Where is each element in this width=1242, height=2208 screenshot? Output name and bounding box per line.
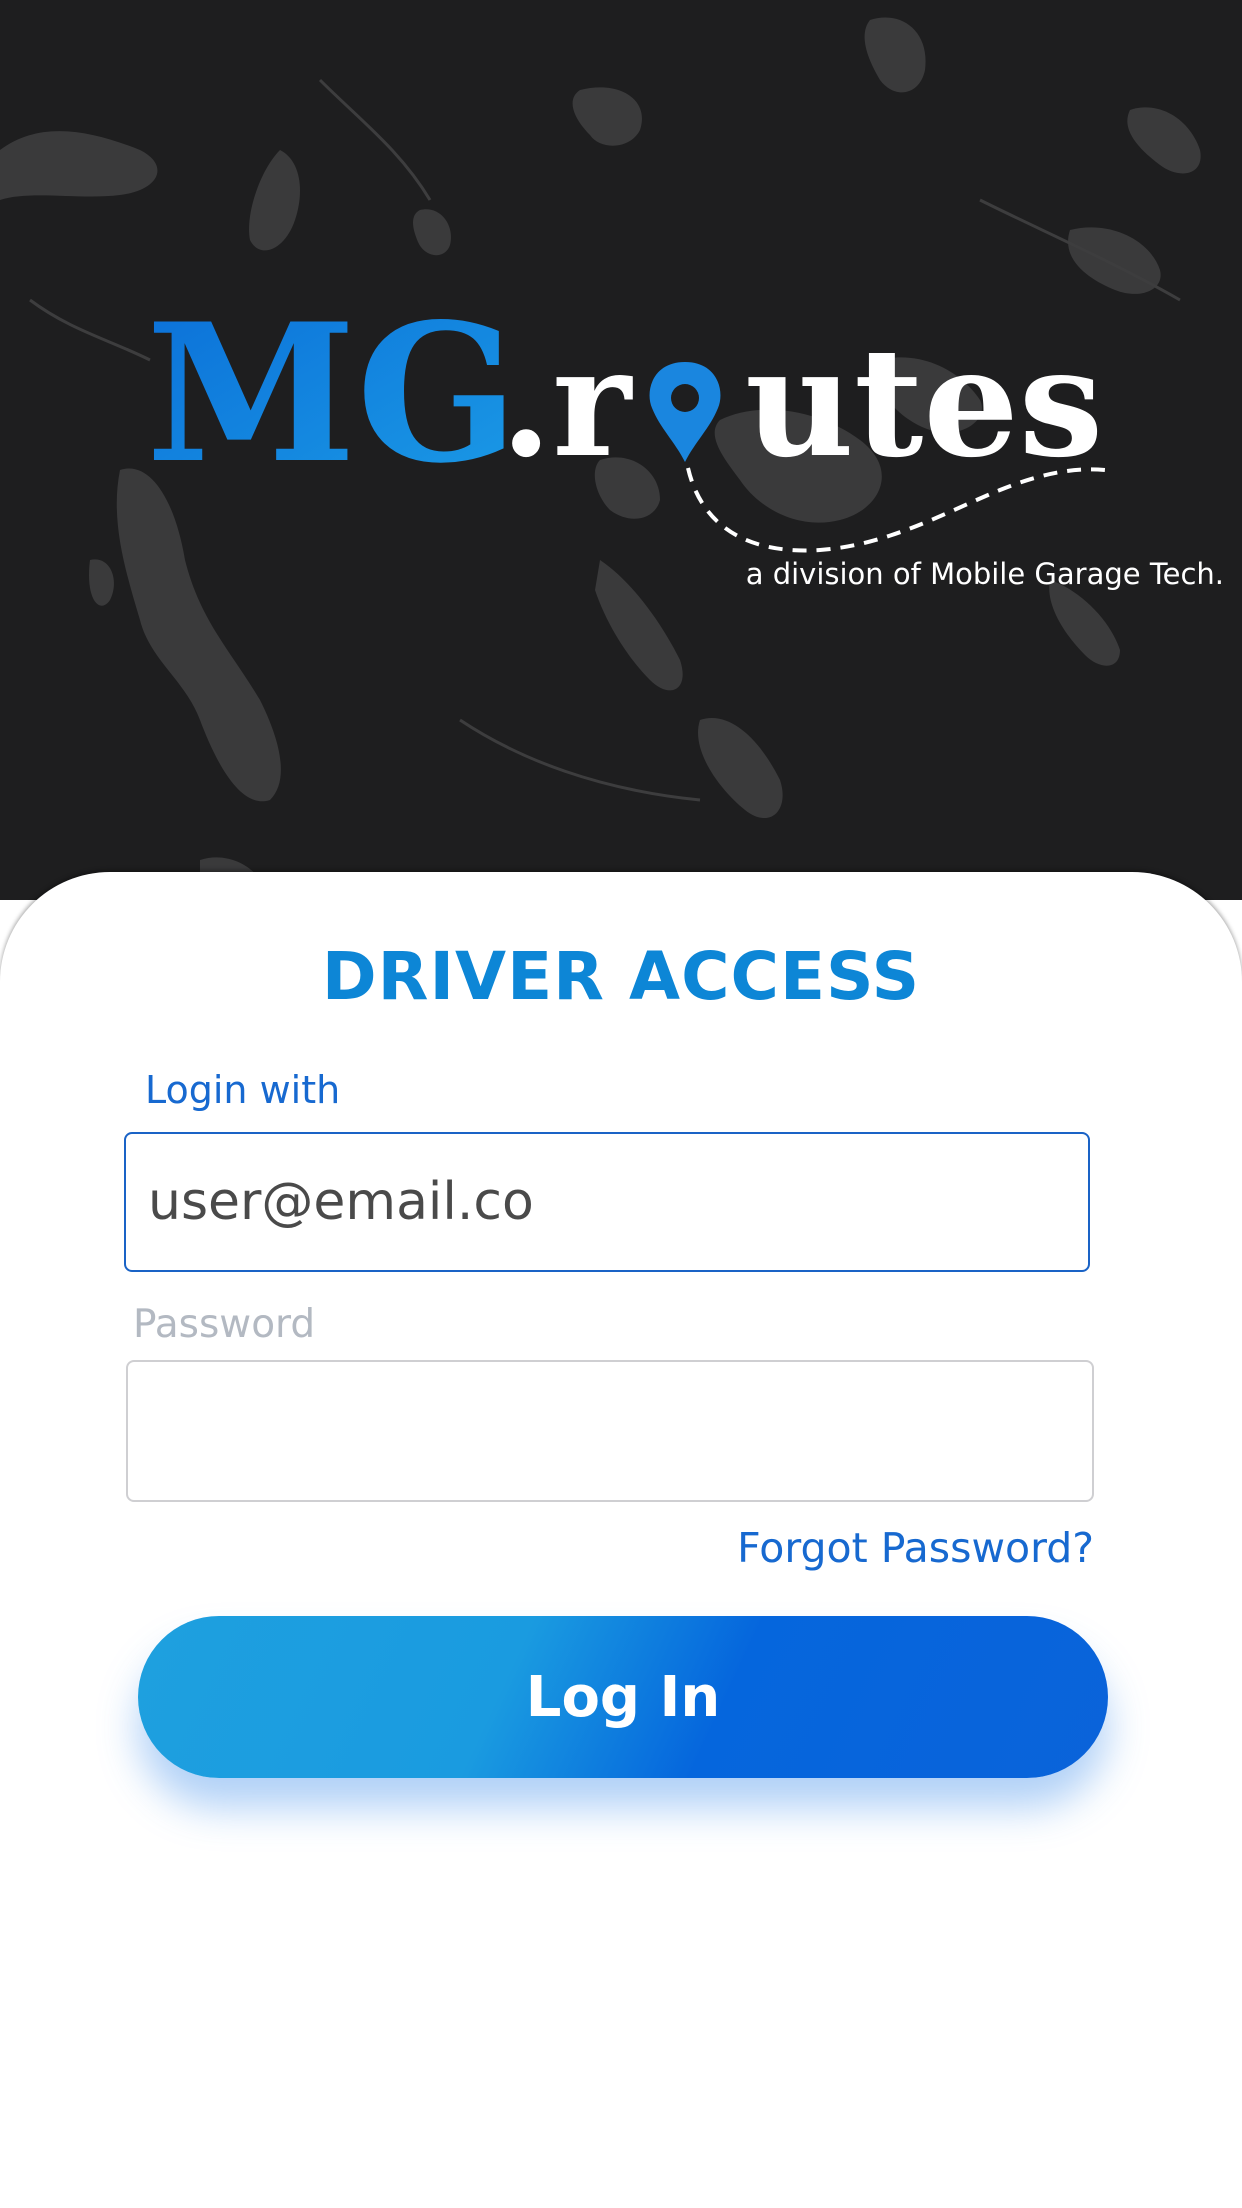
password-field[interactable] [126, 1360, 1094, 1502]
logo-text-mg: MG [146, 282, 519, 505]
logo-text-utes: utes [745, 315, 1103, 491]
login-button[interactable]: Log In [138, 1616, 1108, 1778]
map-pin-icon [649, 362, 721, 462]
page-title: DRIVER ACCESS [321, 938, 921, 1015]
mg-routes-logo: MG .r utes [146, 282, 1106, 553]
login-with-label: Login with [145, 1068, 341, 1112]
password-label: Password [133, 1302, 316, 1347]
header: MG .r utes a division of Mobile Garage T… [0, 0, 1242, 900]
tagline: a division of Mobile Garage Tech. [745, 557, 1224, 591]
login-card: DRIVER ACCESS Login with Password Forgot… [0, 872, 1242, 2208]
logo-text-dot-r: .r [500, 315, 633, 491]
email-field[interactable] [124, 1132, 1090, 1272]
forgot-password-link[interactable]: Forgot Password? [737, 1524, 1094, 1572]
